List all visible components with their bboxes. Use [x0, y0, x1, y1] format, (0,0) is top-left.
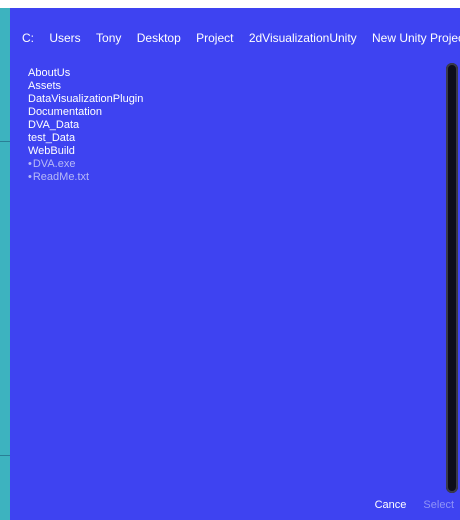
- edge-divider: [0, 141, 10, 142]
- select-button[interactable]: Select: [423, 498, 454, 512]
- breadcrumb-item-2dvisualizationunity[interactable]: 2dVisualizationUnity: [249, 30, 357, 46]
- breadcrumb-item-c[interactable]: C:: [22, 30, 34, 46]
- breadcrumb-item-tony[interactable]: Tony: [96, 30, 121, 46]
- window-left-edge: [0, 8, 10, 520]
- breadcrumb-item-new-unity-project[interactable]: New Unity Project: [372, 30, 460, 46]
- folder-item-documentation[interactable]: Documentation: [28, 106, 428, 119]
- dialog-footer: Cance Select: [361, 498, 454, 512]
- file-bullet-icon: •: [28, 171, 32, 183]
- file-item-label: DVA.exe: [32, 158, 76, 170]
- folder-item-aboutus[interactable]: AboutUs: [28, 67, 428, 80]
- edge-divider: [0, 455, 10, 456]
- file-item-label: ReadMe.txt: [32, 171, 90, 183]
- breadcrumb-item-desktop[interactable]: Desktop: [137, 30, 181, 46]
- vertical-scrollbar[interactable]: [446, 63, 458, 493]
- file-list: AboutUs Assets DataVisualizationPlugin D…: [28, 67, 428, 184]
- folder-item-assets[interactable]: Assets: [28, 80, 428, 93]
- breadcrumb-item-project[interactable]: Project: [196, 30, 233, 46]
- file-browser-dialog: C: Users Tony Desktop Project 2dVisualiz…: [0, 8, 460, 520]
- folder-item-webbuild[interactable]: WebBuild: [28, 145, 428, 158]
- file-item-readme-txt[interactable]: •ReadMe.txt: [28, 171, 428, 184]
- file-item-dva-exe[interactable]: •DVA.exe: [28, 158, 428, 171]
- breadcrumb: C: Users Tony Desktop Project 2dVisualiz…: [22, 30, 460, 48]
- folder-item-test-data[interactable]: test_Data: [28, 132, 428, 145]
- breadcrumb-item-users[interactable]: Users: [49, 30, 80, 46]
- folder-item-datavisualizationplugin[interactable]: DataVisualizationPlugin: [28, 93, 428, 106]
- file-bullet-icon: •: [28, 158, 32, 170]
- cancel-button[interactable]: Cance: [375, 498, 407, 512]
- folder-item-dva-data[interactable]: DVA_Data: [28, 119, 428, 132]
